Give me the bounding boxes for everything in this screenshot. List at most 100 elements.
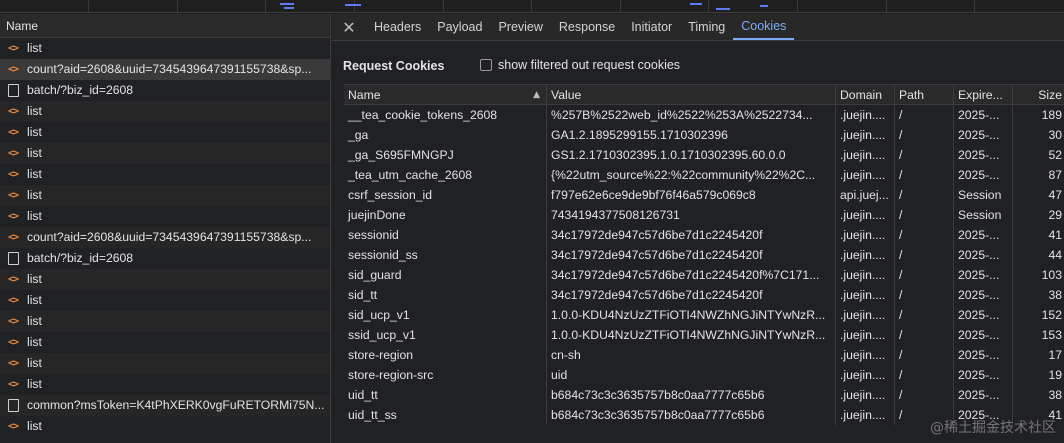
cookie-row[interactable]: csrf_session_id f797e62e6ce9de9bf76f46a57…: [344, 185, 1064, 205]
fetch-xhr-icon: <>: [7, 43, 19, 54]
cookie-expires-cell: 2025-...: [954, 145, 1013, 165]
cookie-expires-cell: 2025-...: [954, 125, 1013, 145]
request-row[interactable]: <> list: [0, 290, 330, 311]
network-timeline-overview[interactable]: [0, 0, 1064, 13]
cookie-value-cell: 34c17972de947c57d6be7d1c2245420f: [547, 225, 836, 245]
request-row[interactable]: <> list: [0, 332, 330, 353]
cookie-name-cell: juejinDone: [344, 205, 547, 225]
cookie-row[interactable]: store-region cn-sh .juejin..../2025-... 17: [344, 345, 1064, 365]
cookie-row[interactable]: sid_ucp_v1 1.0.0-KDU4NzUzZTFiOTI4NWZhNGJi…: [344, 305, 1064, 325]
cookie-domain-cell: .juejin....: [836, 145, 895, 165]
request-row[interactable]: <> list: [0, 185, 330, 206]
request-row[interactable]: <> count?aid=2608&uuid=734543964739115573…: [0, 59, 330, 80]
column-header-name[interactable]: Name ▲: [344, 85, 547, 104]
request-row[interactable]: <> list: [0, 416, 330, 437]
cookie-row[interactable]: ssid_ucp_v1 1.0.0-KDU4NzUzZTFiOTI4NWZhNGJ…: [344, 325, 1064, 345]
timeline-request-bar: [284, 7, 294, 9]
request-row[interactable]: <> list: [0, 269, 330, 290]
cookie-value-cell: 1.0.0-KDU4NzUzZTFiOTI4NWZhNGJiNTYwNzR...: [547, 325, 836, 345]
request-name: count?aid=2608&uuid=7345439647391155738&…: [27, 62, 312, 76]
request-row[interactable]: <> list: [0, 311, 330, 332]
request-name: list: [27, 188, 42, 202]
timeline-gridline: [974, 0, 975, 13]
show-filtered-cookies-checkbox[interactable]: [480, 59, 492, 71]
timeline-gridline: [265, 0, 266, 13]
cookie-expires-cell: 2025-...: [954, 365, 1013, 385]
request-row[interactable]: <> list: [0, 374, 330, 395]
request-row[interactable]: batch/?biz_id=2608: [0, 80, 330, 101]
column-header-expires[interactable]: Expire...: [954, 85, 1013, 104]
cookie-domain-cell: .juejin....: [836, 325, 895, 345]
request-row[interactable]: <> list: [0, 206, 330, 227]
cookie-expires-cell: 2025-...: [954, 305, 1013, 325]
close-icon[interactable]: ✕: [332, 14, 366, 40]
cookie-path-cell: /: [895, 305, 954, 325]
request-row[interactable]: batch/?biz_id=2608: [0, 248, 330, 269]
tab-response[interactable]: Response: [551, 14, 623, 40]
fetch-xhr-icon: <>: [7, 274, 19, 285]
request-row[interactable]: <> list: [0, 353, 330, 374]
request-row[interactable]: <> list: [0, 101, 330, 122]
cookie-row[interactable]: _ga_S695FMNGPJ GS1.2.1710302395.1.0.17103…: [344, 145, 1064, 165]
cookie-size-cell: 29: [1048, 208, 1062, 222]
cookie-row[interactable]: _tea_utm_cache_2608 {%22utm_source%22:%22…: [344, 165, 1064, 185]
cookie-size-cell: 52: [1048, 148, 1062, 162]
request-name: list: [27, 146, 42, 160]
request-row[interactable]: <> list: [0, 122, 330, 143]
column-header-value[interactable]: Value: [547, 85, 836, 104]
cookie-name-cell: ssid_ucp_v1: [344, 325, 547, 345]
show-filtered-cookies-label[interactable]: show filtered out request cookies: [498, 58, 680, 72]
cookie-row[interactable]: _ga GA1.2.1895299155.1710302396 .juejin...…: [344, 125, 1064, 145]
fetch-xhr-icon: <>: [7, 316, 19, 327]
cookie-value-cell: {%22utm_source%22:%22community%22%2C...: [547, 165, 836, 185]
cookie-value-cell: 34c17972de947c57d6be7d1c2245420f%7C171..…: [547, 265, 836, 285]
cookie-value-cell: 1.0.0-KDU4NzUzZTFiOTI4NWZhNGJiNTYwNzR...: [547, 305, 836, 325]
cookie-size-cell: 47: [1048, 188, 1062, 202]
timeline-gridline: [443, 0, 444, 13]
cookie-row[interactable]: juejinDone 7434194377508126731 .juejin....…: [344, 205, 1064, 225]
cookie-expires-cell: 2025-...: [954, 245, 1013, 265]
cookie-expires-cell: 2025-...: [954, 325, 1013, 345]
cookie-name-cell: sid_ucp_v1: [344, 305, 547, 325]
cookie-expires-cell: 2025-...: [954, 105, 1013, 125]
request-row[interactable]: <> list: [0, 164, 330, 185]
cookie-domain-cell: .juejin....: [836, 265, 895, 285]
cookie-row[interactable]: store-region-src uid .juejin..../2025-... 1…: [344, 365, 1064, 385]
watermark: @稀土掘金技术社区: [930, 420, 1056, 436]
cookie-row[interactable]: __tea_cookie_tokens_2608 %257B%2522web_id…: [344, 105, 1064, 125]
cookie-path-cell: /: [895, 125, 954, 145]
column-header-name-label: Name: [348, 88, 381, 102]
column-header-domain[interactable]: Domain: [836, 85, 895, 104]
request-name: list: [27, 356, 42, 370]
column-header-path[interactable]: Path: [895, 85, 954, 104]
cookie-row[interactable]: sid_guard 34c17972de947c57d6be7d1c2245420…: [344, 265, 1064, 285]
request-row[interactable]: common?msToken=K4tPhXERK0vgFuRETORMi75N.…: [0, 395, 330, 416]
cookie-path-cell: /: [895, 285, 954, 305]
cookie-expires-cell: 2025-...: [954, 165, 1013, 185]
cookie-size-cell: 38: [1048, 388, 1062, 402]
tab-initiator[interactable]: Initiator: [623, 14, 680, 40]
cookie-row[interactable]: uid_tt b684c73c3c3635757b8c0aa7777c65b6 .j…: [344, 385, 1064, 405]
column-header-size[interactable]: Size: [1013, 85, 1064, 104]
request-name: list: [27, 293, 42, 307]
request-name: batch/?biz_id=2608: [27, 251, 134, 265]
request-row[interactable]: <> list: [0, 38, 330, 59]
tab-timing[interactable]: Timing: [680, 14, 733, 40]
request-row[interactable]: <> count?aid=2608&uuid=734543964739115573…: [0, 227, 330, 248]
cookie-domain-cell: .juejin....: [836, 365, 895, 385]
tab-cookies[interactable]: Cookies: [733, 14, 795, 40]
cookies-table: Name ▲ Value Domain Path Expire... Size …: [344, 84, 1064, 425]
name-column-header[interactable]: Name: [0, 14, 330, 38]
cookie-name-cell: _ga: [344, 125, 547, 145]
cookie-row[interactable]: sessionid_ss 34c17972de947c57d6be7d1c2245…: [344, 245, 1064, 265]
cookie-row[interactable]: sessionid 34c17972de947c57d6be7d1c2245420…: [344, 225, 1064, 245]
cookie-value-cell: cn-sh: [547, 345, 836, 365]
tab-payload[interactable]: Payload: [429, 14, 490, 40]
tab-headers[interactable]: Headers: [366, 14, 429, 40]
tab-preview[interactable]: Preview: [490, 14, 550, 40]
timeline-request-bar: [760, 5, 768, 7]
request-row[interactable]: <> list: [0, 143, 330, 164]
cookie-row[interactable]: sid_tt 34c17972de947c57d6be7d1c2245420f .j…: [344, 285, 1064, 305]
cookies-table-body: __tea_cookie_tokens_2608 %257B%2522web_id…: [344, 105, 1064, 425]
cookie-value-cell: 34c17972de947c57d6be7d1c2245420f: [547, 245, 836, 265]
